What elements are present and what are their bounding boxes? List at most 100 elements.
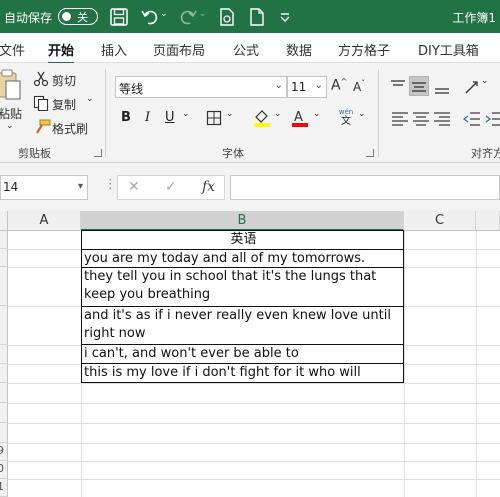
row-header[interactable]: 1 [0,479,8,497]
font-size-value: 11 [291,80,307,94]
row-header[interactable] [0,249,8,267]
clipboard-group-label: 剪贴板 [18,147,51,160]
format-painter-icon[interactable] [33,119,51,135]
cell-b[interactable]: they tell you in school that it's the lu… [81,268,404,307]
orientation-dropdown-icon[interactable]: ⌄ [481,76,489,86]
row-header[interactable] [0,267,8,306]
row-header[interactable] [0,403,8,423]
formula-buttons: ✕ ✓ fx [117,175,225,200]
enter-icon[interactable]: ✓ [165,179,177,195]
name-box[interactable]: 14 ▾ [0,175,88,200]
cell-b[interactable]: this is my love if i don't fight for it … [81,364,404,383]
select-all-corner[interactable] [0,211,8,231]
copy-dropdown-icon[interactable]: ⌄ [86,94,94,104]
customize-toolbar-icon[interactable] [274,6,296,28]
tab-diy-toolbox[interactable]: DIY工具箱 [418,40,479,59]
decrease-indent-icon[interactable] [462,109,482,129]
copy-icon[interactable] [33,95,49,111]
cell-b[interactable]: i can't, and won't ever be able to [81,345,404,364]
cell-b[interactable]: and it's as if i never really even knew … [81,307,404,345]
row-header[interactable] [0,364,8,383]
row-number: 0 [0,462,4,475]
redo-icon [180,10,197,25]
fill-color-swatch [254,123,270,127]
paste-label[interactable]: 粘贴 [0,105,22,122]
formula-bar: 14 ▾ ⋮ ✕ ✓ fx [0,163,500,211]
row-header[interactable]: 9 [0,443,8,461]
align-right-icon[interactable] [432,109,452,129]
tab-home[interactable]: 开始 [48,40,75,65]
name-box-value: 14 [3,180,19,194]
shrink-font-button[interactable]: Aˇ [353,79,365,94]
print-preview-icon[interactable] [216,6,238,28]
tab-data[interactable]: 数据 [286,40,312,59]
group-separator [105,69,106,157]
align-left-icon[interactable] [390,109,410,129]
font-size-dropdown[interactable]: 11 ⌄ [287,76,327,98]
font-dialog-launcher[interactable] [366,149,374,157]
underline-dropdown-icon[interactable]: ⌄ [182,109,190,119]
new-document-icon[interactable] [246,6,268,28]
formula-bar-grip-icon[interactable]: ⋮ [104,177,117,192]
paste-icon[interactable] [0,69,22,103]
format-painter-label[interactable]: 格式刷 [52,120,88,137]
chevron-down-icon: ⌄ [314,80,323,91]
font-color-icon[interactable]: A [290,108,310,128]
orientation-icon[interactable] [462,77,482,97]
undo-icon[interactable] [139,6,161,28]
autosave-toggle[interactable]: 关 [58,8,98,25]
align-center-icon[interactable] [411,109,431,129]
italic-button[interactable]: I [145,110,150,125]
clipboard-dialog-launcher[interactable] [94,149,102,157]
cancel-icon[interactable]: ✕ [128,179,140,195]
column-header-b[interactable]: B [81,211,404,231]
row-header[interactable] [0,423,8,443]
phonetic-dropdown-icon[interactable]: ⌄ [358,109,366,119]
increase-indent-icon[interactable] [484,109,500,129]
cut-icon[interactable] [33,71,49,87]
row-header[interactable]: 0 [0,461,8,479]
fill-color-icon[interactable] [252,108,272,128]
tab-insert[interactable]: 插入 [101,40,127,59]
row-header[interactable] [0,306,8,345]
insert-function-icon[interactable]: fx [202,179,215,195]
tab-formulas[interactable]: 公式 [233,40,259,59]
font-color-dropdown-icon[interactable]: ⌄ [313,109,321,119]
tab-page-layout[interactable]: 页面布局 [153,40,205,59]
top-align-icon[interactable] [388,77,408,97]
formula-input[interactable] [230,175,500,200]
tab-fangfang-gezi[interactable]: 方方格子 [338,40,390,59]
row-header[interactable] [0,383,8,403]
row-header[interactable] [0,345,8,364]
cell-b-header[interactable]: 英语 [81,230,404,250]
borders-icon[interactable] [206,110,222,126]
cell-b[interactable]: you are my today and all of my tomorrows… [81,250,404,268]
font-name-value: 等线 [119,82,144,96]
tab-file[interactable]: 文件 [0,40,25,59]
chevron-down-icon: ▾ [77,181,83,192]
phonetic-pinyin: wén [338,108,354,116]
font-color-swatch [292,123,308,127]
undo-dropdown-icon[interactable]: ⌄ [160,9,168,19]
phonetic-guide-button[interactable]: wén 文 [337,108,355,127]
middle-align-icon [412,82,426,92]
alignment-group-label: 对齐方 [471,147,500,160]
bottom-align-icon[interactable] [432,77,452,97]
column-header-d[interactable] [476,211,500,231]
underline-button[interactable]: U [165,110,175,125]
redo-dropdown-icon: ⌄ [199,9,207,19]
grow-font-button[interactable]: A^ [331,77,347,94]
borders-dropdown-icon[interactable]: ⌄ [226,109,234,119]
save-icon[interactable] [108,6,130,28]
bold-button[interactable]: B [121,110,131,125]
paste-dropdown-icon[interactable]: ⌄ [6,121,14,131]
fill-color-dropdown-icon[interactable]: ⌄ [274,109,282,119]
phonetic-character: 文 [341,116,351,127]
column-header-a[interactable]: A [8,211,81,231]
copy-label[interactable]: 复制 [52,96,76,113]
font-name-dropdown[interactable]: 等线 ⌄ [115,76,287,98]
column-header-c[interactable]: C [404,211,476,231]
middle-align-button[interactable] [409,76,429,96]
cut-label[interactable]: 剪切 [52,72,76,89]
row-header[interactable] [0,231,8,249]
